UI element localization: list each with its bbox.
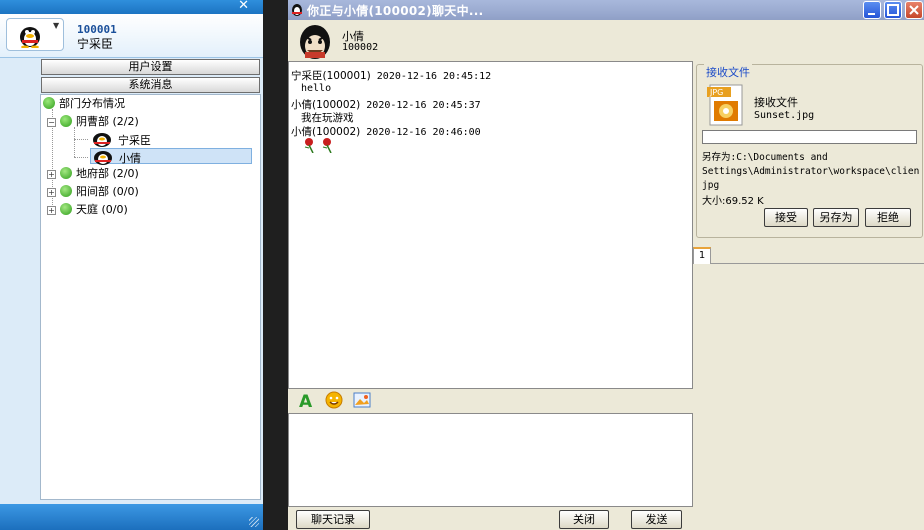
send-button[interactable]: 发送	[631, 510, 682, 529]
group-closed-icon	[60, 185, 72, 197]
reject-file-button[interactable]: 拒绝	[865, 208, 911, 227]
chat-history-button[interactable]: 聊天记录	[296, 510, 370, 529]
im-main-window: ✕ ▼ 100001 宁采臣 用户设置 系统消息 部门分布情况 − 阴曹部 (2/…	[0, 0, 263, 530]
tree-member-label: 小倩	[119, 152, 141, 165]
app-icon	[292, 4, 302, 16]
download-progress-bar	[702, 130, 917, 144]
receive-file-legend: 接收文件	[704, 64, 752, 80]
svg-text:A: A	[299, 392, 313, 409]
file-type-label: JPG	[709, 88, 723, 97]
tree-group-yangjian[interactable]: + 阳间部 (0/0)	[47, 184, 139, 200]
tree-group-label: 天庭 (0/0)	[76, 203, 128, 216]
tree-group-label: 阳间部 (0/0)	[76, 185, 139, 198]
friend-avatar	[300, 25, 330, 59]
avatar[interactable]: ▼	[6, 18, 64, 51]
message-time: 2020-12-16 20:45:37	[366, 100, 481, 111]
minimize-button[interactable]	[863, 1, 881, 19]
group-open-icon	[43, 97, 55, 109]
save-path: 另存为:C:\Documents and Settings\Administra…	[702, 151, 922, 193]
friend-id: 100002	[342, 42, 379, 53]
receive-file-heading: 接收文件	[754, 96, 798, 109]
tree-group-label: 地府部 (2/0)	[76, 167, 139, 180]
message-text: 我在玩游戏	[301, 112, 354, 124]
message-time: 2020-12-16 20:45:12	[376, 71, 492, 82]
tree-group-label: 阴曹部 (2/2)	[76, 115, 139, 128]
font-icon[interactable]: A	[297, 391, 315, 409]
save-as-button[interactable]: 另存为	[813, 208, 859, 227]
tree-member-label: 宁采臣	[118, 134, 151, 147]
tab-divider	[711, 263, 924, 264]
avatar-icon	[93, 133, 111, 147]
title-bar: 你正与小倩(100002)聊天中...	[288, 0, 924, 20]
jpg-file-icon: JPG	[707, 84, 743, 126]
expand-icon[interactable]: +	[47, 206, 56, 215]
tree-group-yincao[interactable]: − 阴曹部 (2/2)	[47, 114, 139, 130]
save-path-line: 另存为:C:\Documents and	[702, 152, 828, 163]
resize-grip[interactable]	[249, 517, 259, 527]
group-closed-icon	[60, 203, 72, 215]
user-settings-button[interactable]: 用户设置	[41, 59, 260, 75]
avatar-icon	[94, 151, 112, 165]
group-closed-icon	[60, 167, 72, 179]
tab-1[interactable]: 1	[693, 247, 711, 264]
tree-line	[74, 139, 88, 140]
collapse-icon[interactable]: −	[47, 118, 56, 127]
message-input[interactable]	[288, 413, 693, 507]
maximize-icon	[887, 4, 899, 16]
close-icon	[909, 5, 919, 15]
save-path-line: Settings\Administrator\workspace\clien	[702, 166, 920, 177]
minimize-icon	[868, 13, 875, 15]
accept-file-button[interactable]: 接受	[764, 208, 808, 227]
top-bar: ✕	[0, 0, 263, 14]
image-icon[interactable]	[353, 391, 371, 409]
group-open-icon	[60, 115, 72, 127]
format-toolbar	[288, 390, 693, 412]
message-time: 2020-12-16 20:46:00	[366, 127, 481, 138]
message-sender: 宁采臣(100001)	[291, 70, 371, 82]
file-name: Sunset.jpg	[754, 110, 815, 121]
department-tree: 部门分布情况 − 阴曹部 (2/2) 宁采臣 小倩 + 地府部 (2/0) + 阳间部…	[40, 94, 261, 500]
chevron-down-icon[interactable]: ▼	[53, 21, 59, 30]
window-title: 你正与小倩(100002)聊天中...	[307, 4, 484, 18]
expand-icon[interactable]: +	[47, 170, 56, 179]
message-text: hello	[301, 83, 332, 94]
message-history[interactable]: 宁采臣(100001) 2020-12-16 20:45:12 hello 小倩(…	[288, 61, 693, 389]
close-button[interactable]	[905, 1, 923, 19]
maximize-button[interactable]	[884, 1, 902, 19]
chat-window: 你正与小倩(100002)聊天中... 小倩 100002 宁采臣(100001…	[288, 0, 924, 530]
message-header: 宁采臣(100001) 2020-12-16 20:45:12	[291, 68, 491, 83]
user-name: 宁采臣	[77, 37, 114, 51]
tree-line	[74, 127, 75, 157]
expand-icon[interactable]: +	[47, 188, 56, 197]
save-path-line: jpg	[702, 180, 720, 191]
tree-member-ningcaichen[interactable]: 宁采臣	[90, 131, 151, 147]
close-chat-button[interactable]: 关闭	[559, 510, 609, 529]
file-size: 大小:69.52 K	[702, 196, 764, 207]
bottom-bar	[0, 504, 263, 530]
tree-root[interactable]: 部门分布情况	[43, 96, 125, 112]
emoticon-icon[interactable]	[325, 391, 343, 409]
tree-root-label: 部门分布情况	[59, 97, 125, 110]
system-messages-button[interactable]: 系统消息	[41, 77, 260, 93]
tree-line	[74, 157, 88, 158]
close-icon[interactable]: ✕	[238, 0, 249, 13]
rose-emoticon-icon	[304, 138, 332, 153]
tree-group-difu[interactable]: + 地府部 (2/0)	[47, 166, 139, 182]
tree-member-xiaoqian[interactable]: 小倩	[90, 148, 252, 165]
tree-group-tianting[interactable]: + 天庭 (0/0)	[47, 202, 128, 218]
penguin-icon	[20, 27, 40, 48]
